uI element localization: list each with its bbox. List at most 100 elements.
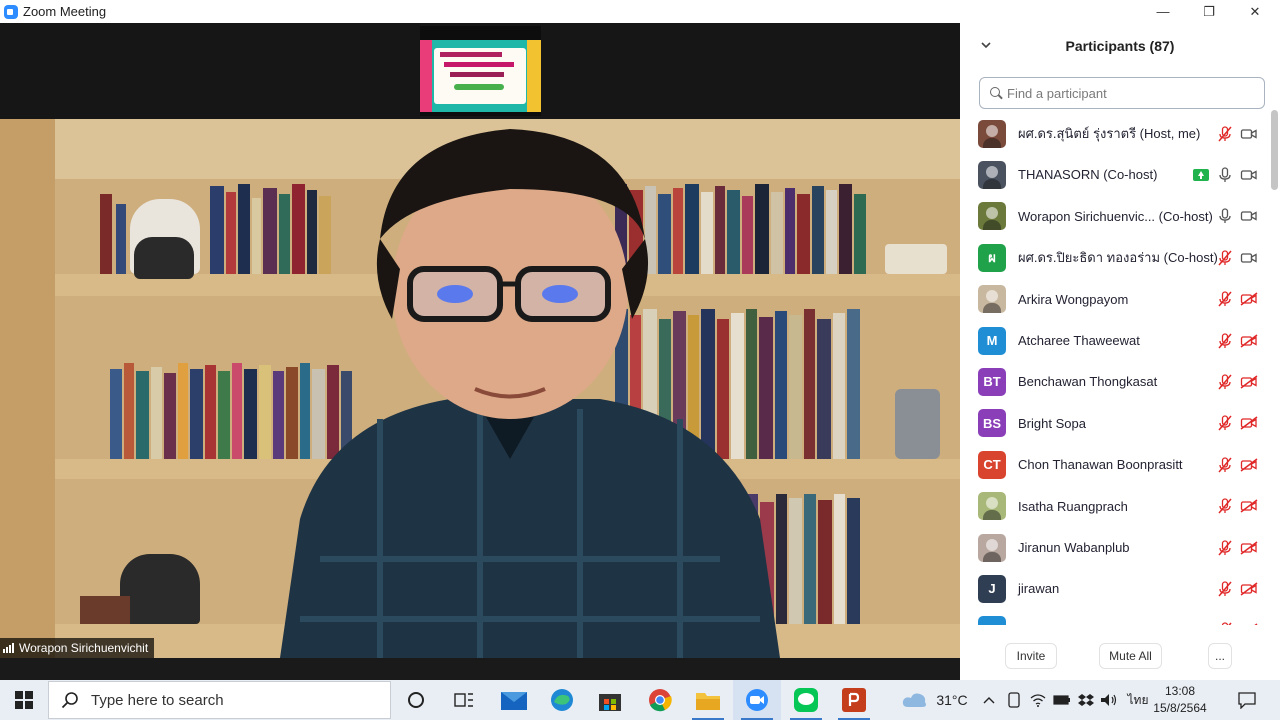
participant-row[interactable]: THANASORN (Co-host) <box>960 154 1270 195</box>
mic-muted-icon[interactable] <box>1216 373 1234 391</box>
participant-avatar <box>978 533 1006 562</box>
system-clock[interactable]: 13:08 15/8/2564 <box>1150 683 1210 717</box>
mic-muted-icon[interactable] <box>1216 580 1234 598</box>
close-button[interactable]: ✕ <box>1232 0 1278 23</box>
more-options-button[interactable]: ... <box>1208 643 1232 669</box>
participant-list-scrollbar[interactable] <box>1271 110 1278 630</box>
line-icon[interactable] <box>782 680 830 720</box>
volume-icon[interactable] <box>1098 680 1120 720</box>
participant-row[interactable]: Jiranun Wabanplub <box>960 527 1270 568</box>
zoom-icon[interactable] <box>733 680 781 720</box>
mic-muted-icon[interactable] <box>1216 332 1234 350</box>
restore-button[interactable]: ❐ <box>1186 0 1232 23</box>
participant-row[interactable]: BT Benchawan Thongkasat <box>960 361 1270 402</box>
mic-muted-icon[interactable] <box>1216 456 1234 474</box>
participant-name: Jiranun Wabanplub <box>1018 540 1130 555</box>
cloud-icon <box>903 693 927 707</box>
dropbox-icon[interactable] <box>1076 680 1096 720</box>
participant-name: Benchawan Thongkasat <box>1018 374 1158 390</box>
video-icon[interactable] <box>1240 249 1258 267</box>
mic-muted-icon[interactable] <box>1216 414 1234 432</box>
mail-icon[interactable] <box>490 680 538 720</box>
mic-icon[interactable] <box>1216 166 1234 184</box>
video-off-icon[interactable] <box>1240 456 1258 474</box>
scrollbar-thumb[interactable] <box>1271 110 1278 190</box>
video-off-icon[interactable] <box>1240 497 1258 515</box>
mic-muted-icon[interactable] <box>1216 539 1234 557</box>
mute-all-button[interactable]: Mute All <box>1099 643 1162 669</box>
battery-icon[interactable] <box>1052 680 1072 720</box>
window-title: Zoom Meeting <box>23 4 107 19</box>
participant-row[interactable]: BS Bright Sopa <box>960 403 1270 444</box>
screen-share-icon <box>1193 168 1209 181</box>
clock-date: 15/8/2564 <box>1153 701 1207 715</box>
participant-row[interactable]: ผศ.ดร.สุนิตย์ รุ่งราตรี (Host, me) <box>960 113 1270 154</box>
mic-muted-icon[interactable] <box>1216 249 1234 267</box>
invite-button[interactable]: Invite <box>1005 643 1057 669</box>
task-view-icon[interactable] <box>440 680 488 720</box>
participant-avatar: KS <box>978 616 1006 625</box>
signal-strength-icon <box>3 643 14 653</box>
title-bar: Zoom Meeting — ❐ ✕ <box>0 0 1280 23</box>
speaker-name-tag: Worapon Sirichuenvichit <box>0 638 155 658</box>
input-language[interactable]: ไทย <box>1124 680 1152 720</box>
chevron-down-icon[interactable] <box>980 39 992 53</box>
cortana-icon[interactable] <box>392 680 440 720</box>
device-tray-icon[interactable] <box>1004 680 1024 720</box>
video-off-icon[interactable] <box>1240 621 1258 625</box>
participant-name: Worapon Sirichuenvic... (Co-host) <box>1018 208 1213 224</box>
speaker-figure <box>260 119 790 658</box>
wifi-icon[interactable] <box>1028 680 1048 720</box>
participant-row[interactable]: Jjirawan <box>960 568 1270 609</box>
mic-icon[interactable] <box>1216 207 1234 225</box>
video-off-icon[interactable] <box>1240 580 1258 598</box>
participant-search-input[interactable] <box>1007 85 1247 101</box>
windows-start-button[interactable] <box>0 680 48 720</box>
participant-name: Kamoltu Saksena... <box>1018 623 1131 625</box>
edge-icon[interactable] <box>538 680 586 720</box>
participant-row[interactable]: KS Kamoltu Saksena... <box>960 610 1270 625</box>
mic-muted-icon[interactable] <box>1216 290 1234 308</box>
notifications-icon[interactable] <box>1232 680 1262 720</box>
participant-search-box[interactable] <box>979 77 1265 109</box>
mic-muted-icon[interactable] <box>1216 497 1234 515</box>
video-icon[interactable] <box>1240 166 1258 184</box>
chrome-icon[interactable] <box>636 680 684 720</box>
participant-avatar: BS <box>978 409 1006 438</box>
participant-row[interactable]: ผ ผศ.ดร.ปิยะธิดา ทองอร่าม (Co-host) <box>960 237 1270 278</box>
video-off-icon[interactable] <box>1240 290 1258 308</box>
taskbar-search-box[interactable]: Type here to search <box>48 681 391 719</box>
participant-avatar <box>978 285 1006 314</box>
participant-row[interactable]: Isatha Ruangprach <box>960 486 1270 527</box>
participant-row[interactable]: CT Chon Thanawan Boonprasitt <box>960 444 1270 485</box>
shared-screen-thumbnail[interactable] <box>420 26 541 116</box>
active-speaker-video[interactable]: Worapon Sirichuenvichit <box>0 119 960 658</box>
participant-name: Arkira Wongpayom <box>1018 291 1129 307</box>
mic-muted-icon[interactable] <box>1216 125 1234 143</box>
store-icon[interactable] <box>586 680 634 720</box>
video-off-icon[interactable] <box>1240 414 1258 432</box>
minimize-button[interactable]: — <box>1140 0 1186 23</box>
weather-temperature: 31°C <box>936 692 968 708</box>
video-off-icon[interactable] <box>1240 332 1258 350</box>
powerpoint-icon[interactable] <box>830 680 878 720</box>
participant-row[interactable]: Worapon Sirichuenvic... (Co-host) <box>960 196 1270 237</box>
video-icon[interactable] <box>1240 125 1258 143</box>
participant-avatar: ผ <box>978 243 1006 272</box>
show-hidden-icons-chevron-icon[interactable] <box>980 680 998 720</box>
mic-muted-icon[interactable] <box>1216 621 1234 625</box>
participant-row[interactable]: M Atcharee Thaweewat <box>960 320 1270 361</box>
participant-name: Chon Thanawan Boonprasitt <box>1018 457 1183 473</box>
weather-widget[interactable]: 31°C <box>900 680 970 720</box>
video-icon[interactable] <box>1240 207 1258 225</box>
participant-avatar: BT <box>978 367 1006 396</box>
participant-avatar <box>978 202 1006 231</box>
video-off-icon[interactable] <box>1240 539 1258 557</box>
file-explorer-icon[interactable] <box>684 680 732 720</box>
windows-taskbar: Type here to search 31°C ไทย 13:08 15/8/… <box>0 680 1280 720</box>
participant-avatar <box>978 492 1006 521</box>
video-off-icon[interactable] <box>1240 373 1258 391</box>
participant-row[interactable]: Arkira Wongpayom <box>960 279 1270 320</box>
participant-name: Isatha Ruangprach <box>1018 498 1128 514</box>
participant-avatar: CT <box>978 450 1006 479</box>
